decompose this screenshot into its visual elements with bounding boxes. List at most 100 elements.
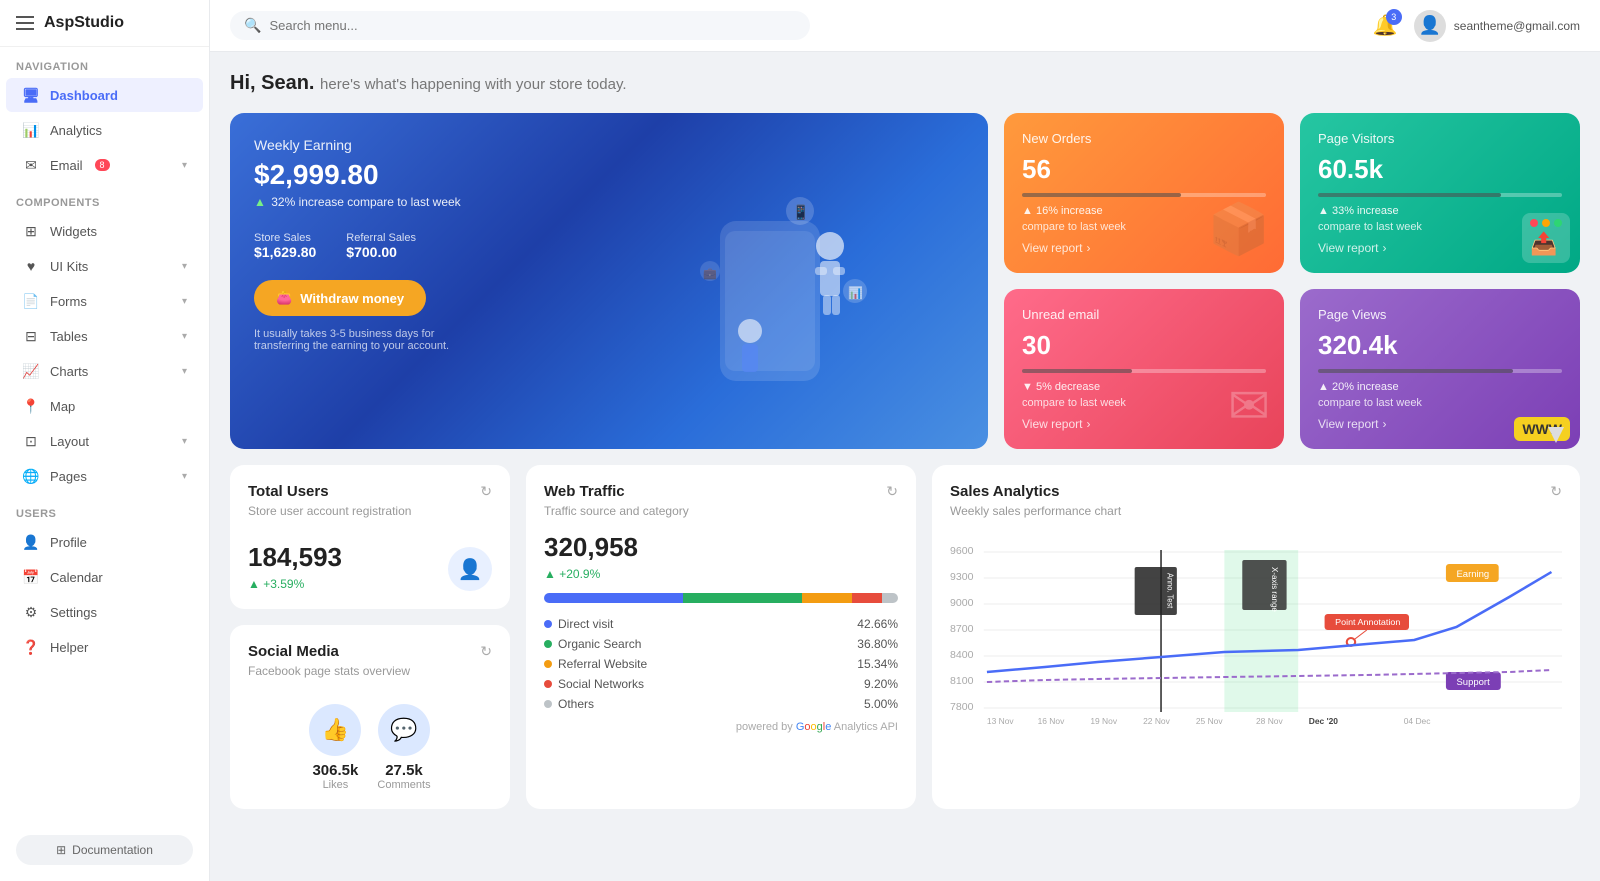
earning-title: Weekly Earning [254, 137, 964, 153]
search-icon: 🔍 [244, 17, 261, 34]
layout-icon: ⊡ [22, 432, 40, 450]
chevron-down-icon: ▾ [182, 331, 187, 342]
dot-icon [544, 700, 552, 708]
greeting-name: Hi, Sean. [230, 72, 314, 94]
forms-icon: 📄 [22, 292, 40, 310]
social-media-card: Social Media Facebook page stats overvie… [230, 625, 510, 809]
user-menu[interactable]: 👤 seantheme@gmail.com [1414, 10, 1580, 42]
source-pct: 42.66% [857, 617, 898, 631]
chevron-down-icon: ▾ [182, 366, 187, 377]
sidebar-footer: ⊞ Documentation [0, 819, 209, 881]
stat-change-text: 20% increase [1332, 381, 1399, 393]
stat-progress-bar [1022, 369, 1266, 373]
arrow-right-icon: › [1086, 417, 1090, 431]
sidebar-item-dashboard[interactable]: 🖥 Dashboard [6, 78, 203, 112]
documentation-button[interactable]: ⊞ Documentation [16, 835, 193, 865]
stat-link-text: View report [1022, 241, 1082, 255]
sidebar-item-map[interactable]: 📍 Map [6, 389, 203, 423]
refresh-button[interactable]: ↻ [480, 643, 492, 660]
stat-progress-fill [1318, 369, 1513, 373]
traffic-item-label: Direct visit [544, 617, 613, 631]
withdraw-button[interactable]: 👛 Withdraw money [254, 280, 426, 316]
arrow-right-icon: › [1086, 241, 1090, 255]
traffic-item: Organic Search 36.80% [544, 637, 898, 651]
comments-icon: 💬 [378, 704, 430, 756]
svg-text:9000: 9000 [950, 598, 974, 609]
sidebar-item-helper[interactable]: ❓ Helper [6, 630, 203, 664]
notification-badge: 3 [1386, 9, 1402, 25]
users-change-text: +3.59% [263, 577, 304, 591]
traffic-item-label: Organic Search [544, 637, 641, 651]
comments-metric: 💬 27.5k Comments [377, 704, 430, 791]
sidebar-item-label: Settings [50, 605, 97, 620]
refresh-button[interactable]: ↻ [886, 483, 898, 500]
card-title: Total Users [248, 483, 411, 500]
x-label: 13 Nov [987, 717, 1015, 726]
social-metrics: 👍 306.5k Likes 💬 27.5k Comments [248, 704, 492, 791]
notification-button[interactable]: 🔔 3 [1373, 13, 1398, 38]
sidebar-item-tables[interactable]: ⊟ Tables ▾ [6, 319, 203, 353]
topbar: 🔍 🔔 3 👤 seantheme@gmail.com [210, 0, 1600, 52]
arrow-down-icon: ▼ [1022, 381, 1033, 393]
email-icon: ✉ [22, 156, 40, 174]
sidebar-item-pages[interactable]: 🌐 Pages ▾ [6, 459, 203, 493]
traffic-bar [544, 593, 898, 603]
refresh-button[interactable]: ↻ [480, 483, 492, 500]
arrow-right-icon: › [1382, 241, 1386, 255]
source-label: Others [558, 697, 594, 711]
sidebar-item-analytics[interactable]: 📊 Analytics [6, 113, 203, 147]
users-metric-row: 184,593 ▲ +3.59% 👤 [248, 542, 492, 591]
stat-change-text: 5% decrease [1036, 381, 1100, 393]
svg-text:9600: 9600 [950, 546, 974, 557]
chevron-down-icon: ▾ [182, 436, 187, 447]
stat-progress-bar [1022, 193, 1266, 197]
doc-button-label: Documentation [72, 843, 153, 857]
source-pct: 36.80% [857, 637, 898, 651]
sidebar-item-label: Layout [50, 434, 89, 449]
refresh-button[interactable]: ↻ [1550, 483, 1562, 500]
stat-progress-fill [1022, 369, 1132, 373]
settings-icon: ⚙ [22, 603, 40, 621]
google-logo-e: e [825, 721, 831, 733]
likes-metric: 👍 306.5k Likes [309, 704, 361, 791]
stat-progress-fill [1022, 193, 1181, 197]
stat-change-sub: compare to last week [1318, 397, 1562, 409]
x-label-dec: Dec '20 [1309, 717, 1339, 726]
calendar-icon: 📅 [22, 568, 40, 586]
sidebar-item-layout[interactable]: ⊡ Layout ▾ [6, 424, 203, 458]
earning-label-text: Earning [1456, 569, 1489, 579]
sidebar-item-forms[interactable]: 📄 Forms ▾ [6, 284, 203, 318]
search-container: 🔍 [230, 11, 810, 40]
sidebar-item-widgets[interactable]: ⊞ Widgets [6, 214, 203, 248]
referral-sales-stat: Referral Sales $700.00 [346, 229, 416, 260]
bottom-cards-row: Total Users Store user account registrat… [230, 465, 1580, 809]
stat-title: Page Views [1318, 307, 1562, 322]
stat-value: 320.4k [1318, 330, 1562, 361]
search-input[interactable] [269, 18, 796, 33]
main-area: 🔍 🔔 3 👤 seantheme@gmail.com Hi, Sean. he… [210, 0, 1600, 881]
right-stats-column-2: Page Visitors 60.5k ▲ 33% increase compa… [1300, 113, 1580, 449]
sidebar-item-ui-kits[interactable]: ♥ UI Kits ▾ [6, 249, 203, 283]
source-label: Organic Search [558, 637, 641, 651]
sidebar-item-label: Email [50, 158, 83, 173]
card-header-text: Sales Analytics Weekly sales performance… [950, 483, 1121, 532]
stat-title: New Orders [1022, 131, 1266, 146]
traffic-item: Referral Website 15.34% [544, 657, 898, 671]
card-title: Sales Analytics [950, 483, 1121, 500]
sidebar-item-charts[interactable]: 📈 Charts ▾ [6, 354, 203, 388]
sidebar-item-email[interactable]: ✉ Email 8 ▾ [6, 148, 203, 182]
sidebar-item-profile[interactable]: 👤 Profile [6, 525, 203, 559]
sidebar-section-users: Users 👤 Profile 📅 Calendar ⚙ Settings ❓ … [0, 494, 209, 665]
map-icon: 📍 [22, 397, 40, 415]
store-sales-stat: Store Sales $1,629.80 [254, 229, 316, 260]
left-bottom-column: Total Users Store user account registrat… [230, 465, 510, 809]
sidebar-item-settings[interactable]: ⚙ Settings [6, 595, 203, 629]
users-icon: 👤 [448, 547, 492, 591]
xrange-label-bg [1242, 560, 1286, 610]
sidebar-item-calendar[interactable]: 📅 Calendar [6, 560, 203, 594]
up-arrow-icon: ▲ [248, 577, 260, 591]
traffic-item: Social Networks 9.20% [544, 677, 898, 691]
hamburger-menu[interactable] [16, 16, 34, 30]
sidebar-item-label: Dashboard [50, 88, 118, 103]
card-subtitle: Traffic source and category [544, 504, 689, 518]
